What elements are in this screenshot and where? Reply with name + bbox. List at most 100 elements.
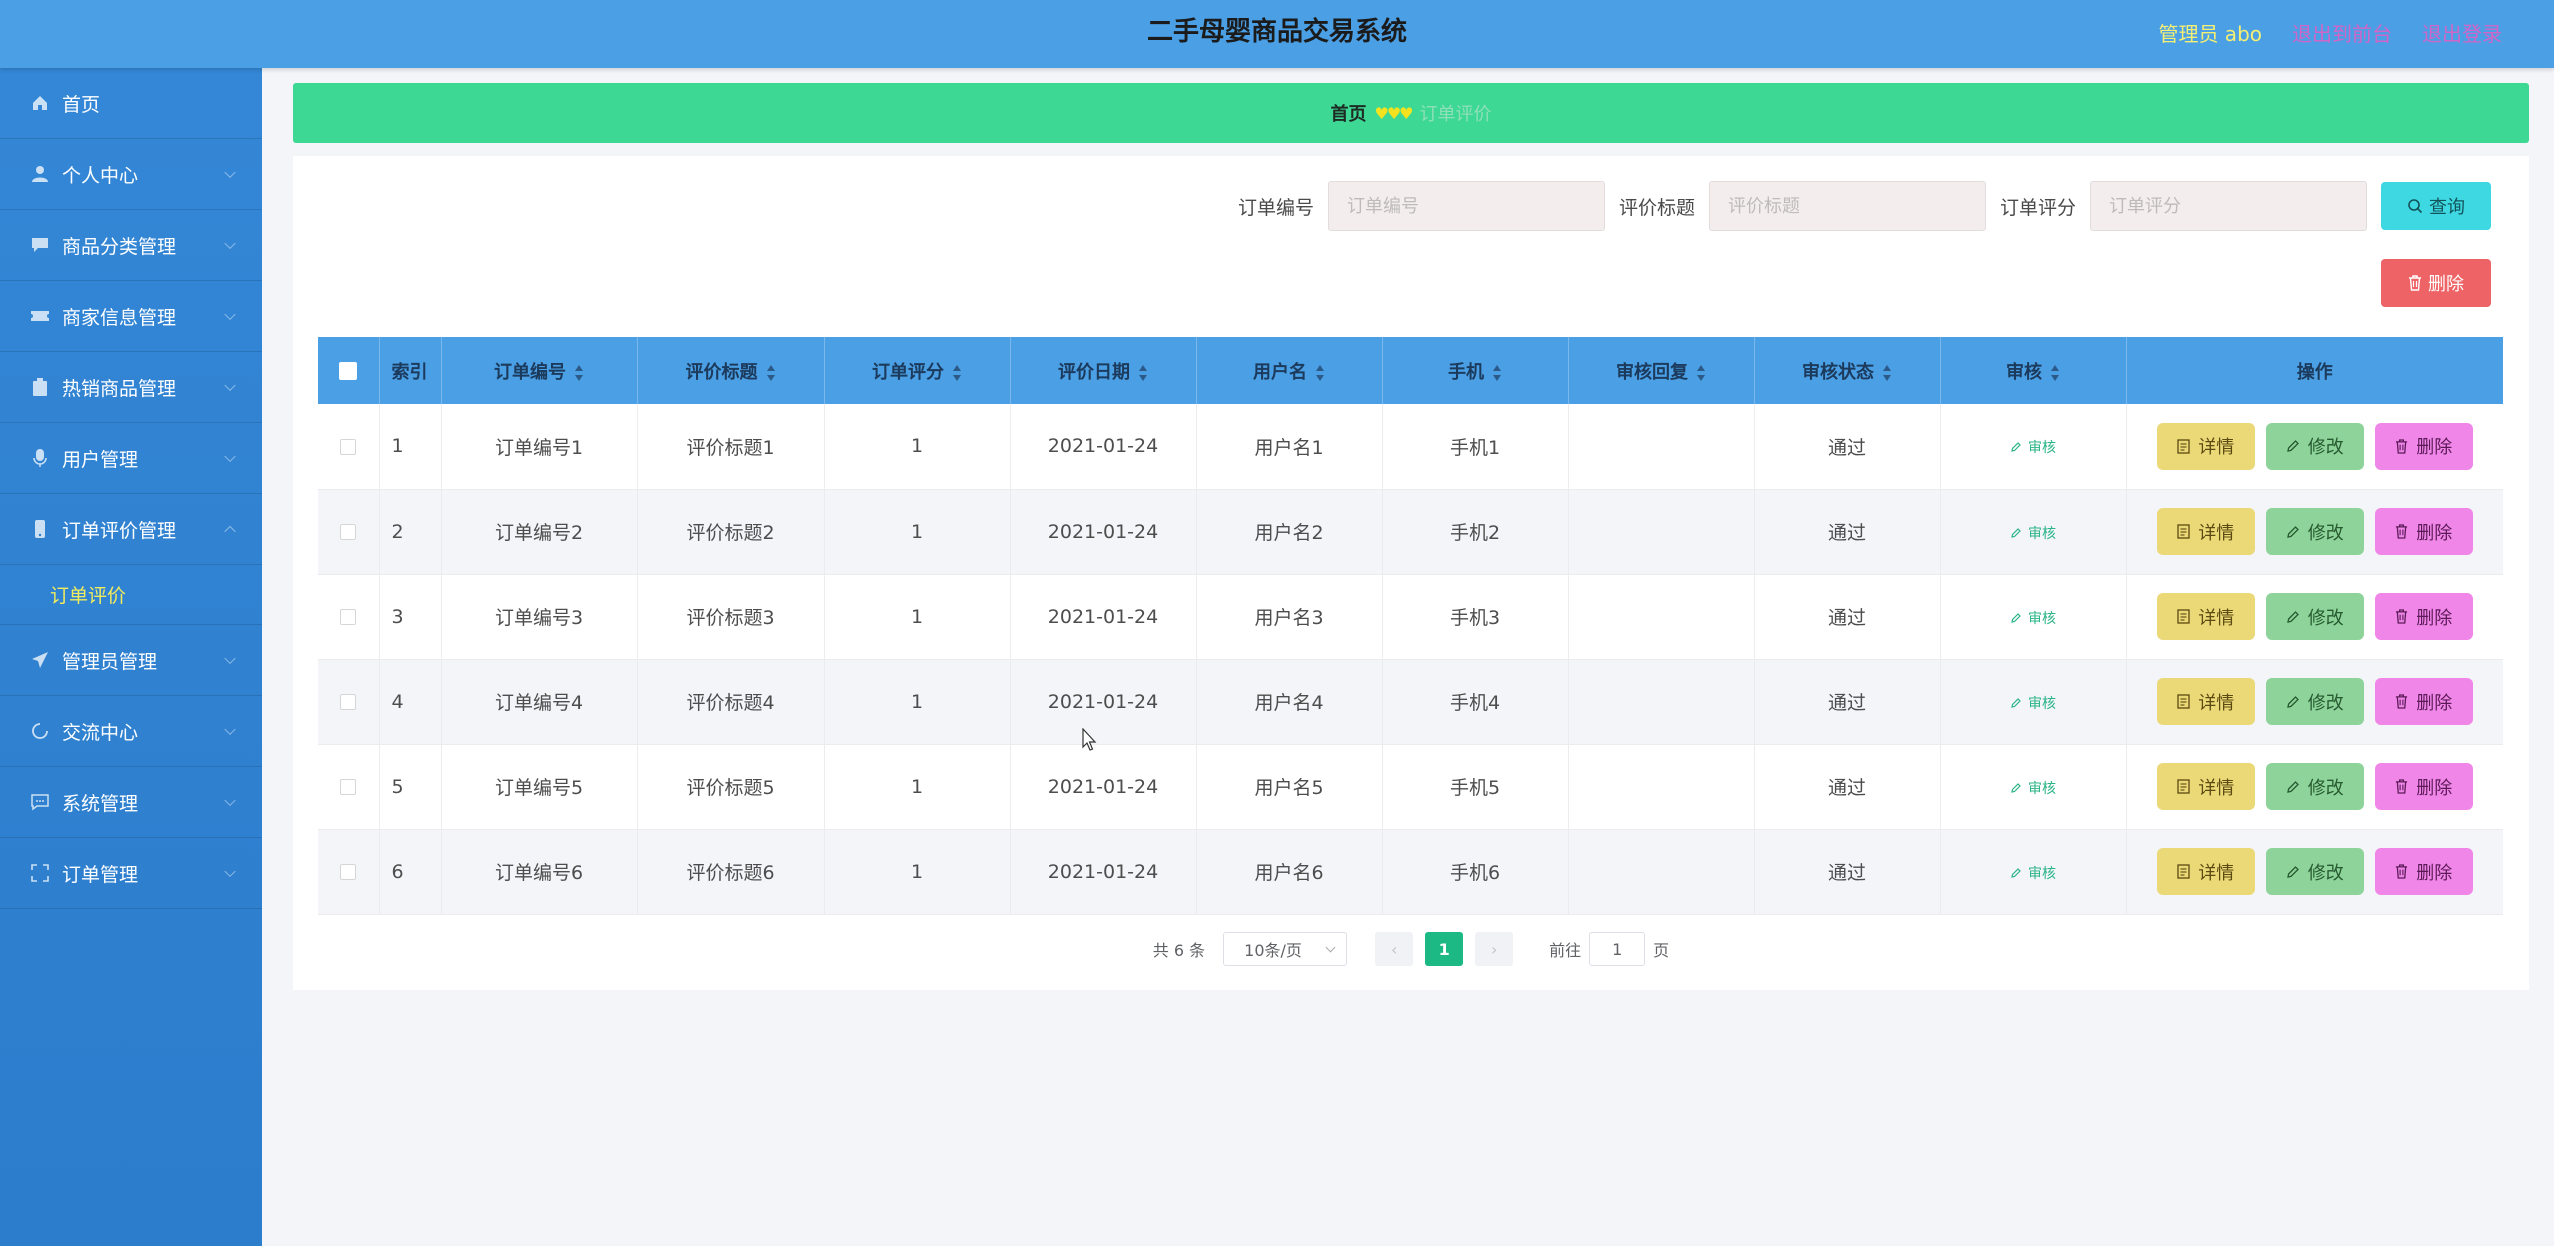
column-header-score[interactable]: 订单评分 xyxy=(824,337,1011,404)
row-checkbox[interactable] xyxy=(340,609,357,625)
exit-to-front-link[interactable]: 退出到前台 xyxy=(2292,18,2392,47)
delete-button[interactable]: 删除 xyxy=(2374,508,2473,555)
sort-icon[interactable] xyxy=(766,364,776,381)
review-title-input[interactable] xyxy=(1708,181,1986,231)
column-header-order-no[interactable]: 订单编号 xyxy=(441,337,638,404)
sidebar-item-merchant[interactable]: 商家信息管理 xyxy=(0,281,262,352)
edit-button[interactable]: 修改 xyxy=(2265,508,2364,555)
sort-icon[interactable] xyxy=(1492,364,1502,381)
detail-button-label: 详情 xyxy=(2198,777,2235,798)
column-header-label: 订单评分 xyxy=(872,361,944,383)
sidebar-item-system[interactable]: 系统管理 xyxy=(0,767,262,838)
detail-button[interactable]: 详情 xyxy=(2156,593,2255,640)
audit-link[interactable]: 审核 xyxy=(2010,781,2056,797)
row-checkbox[interactable] xyxy=(340,524,357,540)
edit-button[interactable]: 修改 xyxy=(2265,848,2364,895)
detail-button[interactable]: 详情 xyxy=(2156,763,2255,810)
table-row: 5 订单编号5 评价标题5 1 2021-01-24 用户名5 手机5 通过 审核 详情 修改 删除 xyxy=(318,744,2503,830)
delete-button[interactable]: 删除 xyxy=(2374,678,2473,725)
sidebar-item-home[interactable]: 首页 xyxy=(0,68,262,139)
submenu-order-review[interactable]: 订单评价 xyxy=(0,565,262,625)
column-header-label: 订单编号 xyxy=(494,361,566,383)
breadcrumb-home[interactable]: 首页 xyxy=(1330,100,1366,126)
page-size-select[interactable]: 10条/页 xyxy=(1223,932,1348,966)
sidebar-item-profile[interactable]: 个人中心 xyxy=(0,139,262,210)
edit-button[interactable]: 修改 xyxy=(2265,422,2364,470)
top-header: 二手母婴商品交易系统 管理员 abo 退出到前台 退出登录 xyxy=(0,0,2554,68)
sidebar-item-forum[interactable]: 交流中心 xyxy=(0,696,262,767)
detail-button[interactable]: 详情 xyxy=(2156,848,2255,895)
order-score-input[interactable] xyxy=(2090,181,2367,231)
row-checkbox[interactable] xyxy=(340,864,357,880)
cell-username: 用户名1 xyxy=(1196,404,1383,490)
edit-icon xyxy=(2011,527,2021,538)
prev-page-button[interactable]: ‹ xyxy=(1375,932,1414,966)
detail-button[interactable]: 详情 xyxy=(2156,422,2255,470)
column-header-title[interactable]: 评价标题 xyxy=(637,337,825,404)
row-checkbox[interactable] xyxy=(340,779,357,795)
sidebar-item-label: 商家信息管理 xyxy=(62,306,177,329)
sidebar-item-orders[interactable]: 订单管理 xyxy=(0,838,262,909)
row-checkbox[interactable] xyxy=(340,694,357,710)
delete-button[interactable]: 删除 xyxy=(2374,422,2473,470)
row-checkbox[interactable] xyxy=(340,438,357,455)
delete-button-label: 删除 xyxy=(2416,522,2453,543)
audit-link[interactable]: 审核 xyxy=(2010,866,2056,882)
admin-name: 管理员 abo xyxy=(2158,21,2262,46)
cell-date: 2021-01-24 xyxy=(1010,404,1197,490)
goto-page-input[interactable] xyxy=(1589,932,1646,966)
query-button[interactable]: 查询 xyxy=(2381,182,2491,230)
audit-link[interactable]: 审核 xyxy=(2010,696,2056,712)
detail-button[interactable]: 详情 xyxy=(2156,508,2255,555)
sidebar-item-admin[interactable]: 管理员管理 xyxy=(0,625,262,696)
sort-icon[interactable] xyxy=(1315,364,1325,381)
sort-icon[interactable] xyxy=(952,364,962,381)
detail-button-label: 详情 xyxy=(2198,522,2235,543)
cell-index: 4 xyxy=(379,659,442,745)
select-all-cell xyxy=(318,337,380,404)
edit-button[interactable]: 修改 xyxy=(2265,763,2364,810)
sidebar-item-users[interactable]: 用户管理 xyxy=(0,423,262,494)
edit-icon xyxy=(2286,865,2299,878)
sort-icon[interactable] xyxy=(574,364,584,381)
cell-status: 通过 xyxy=(1754,574,1941,660)
logout-link[interactable]: 退出登录 xyxy=(2422,18,2502,47)
next-page-button[interactable]: › xyxy=(1475,932,1514,966)
table-row: 4 订单编号4 评价标题4 1 2021-01-24 用户名4 手机4 通过 审核 详情 修改 删除 xyxy=(318,659,2503,745)
cell-order-no: 订单编号2 xyxy=(441,489,638,575)
sidebar-item-category[interactable]: 商品分类管理 xyxy=(0,210,262,281)
column-header-phone[interactable]: 手机 xyxy=(1382,337,1569,404)
sort-icon[interactable] xyxy=(1138,364,1148,381)
row-select-cell xyxy=(318,744,380,830)
sort-icon[interactable] xyxy=(1882,364,1892,381)
column-header-date[interactable]: 评价日期 xyxy=(1010,337,1197,404)
column-header-status[interactable]: 审核状态 xyxy=(1754,337,1941,404)
column-header-user[interactable]: 用户名 xyxy=(1196,337,1383,404)
column-header-audit[interactable]: 审核 xyxy=(1940,337,2127,404)
sort-icon[interactable] xyxy=(1696,364,1706,381)
sort-icon[interactable] xyxy=(2050,364,2060,381)
column-header-reply[interactable]: 审核回复 xyxy=(1568,337,1755,404)
edit-button[interactable]: 修改 xyxy=(2265,678,2364,725)
chevron-down-icon xyxy=(224,379,236,392)
delete-button[interactable]: 删除 xyxy=(2374,848,2473,895)
select-all-checkbox[interactable] xyxy=(339,362,358,380)
audit-link[interactable]: 审核 xyxy=(2010,440,2056,456)
cell-index: 2 xyxy=(379,489,442,575)
sidebar-item-order-review[interactable]: 订单评价管理 xyxy=(0,494,262,565)
heart-separator-icon: ♥♥♥ xyxy=(1374,103,1413,123)
bulk-delete-button[interactable]: 删除 xyxy=(2381,259,2491,307)
sidebar-item-hot-goods[interactable]: 热销商品管理 xyxy=(0,352,262,423)
edit-icon xyxy=(2286,525,2299,538)
edit-button[interactable]: 修改 xyxy=(2265,593,2364,640)
cell-date: 2021-01-24 xyxy=(1010,574,1197,660)
audit-link[interactable]: 审核 xyxy=(2010,611,2056,627)
order-no-input[interactable] xyxy=(1327,181,1605,231)
audit-link[interactable]: 审核 xyxy=(2010,526,2056,542)
detail-button[interactable]: 详情 xyxy=(2156,678,2255,725)
delete-button[interactable]: 删除 xyxy=(2374,763,2473,810)
page-number-current[interactable]: 1 xyxy=(1425,932,1464,966)
delete-button[interactable]: 删除 xyxy=(2374,593,2473,640)
review-table: 索引 订单编号 评价标题 订单评分 评价日期 用户名 手机 审核回复 审核状态 … xyxy=(318,337,2503,915)
cell-audit: 审核 xyxy=(1940,489,2127,575)
